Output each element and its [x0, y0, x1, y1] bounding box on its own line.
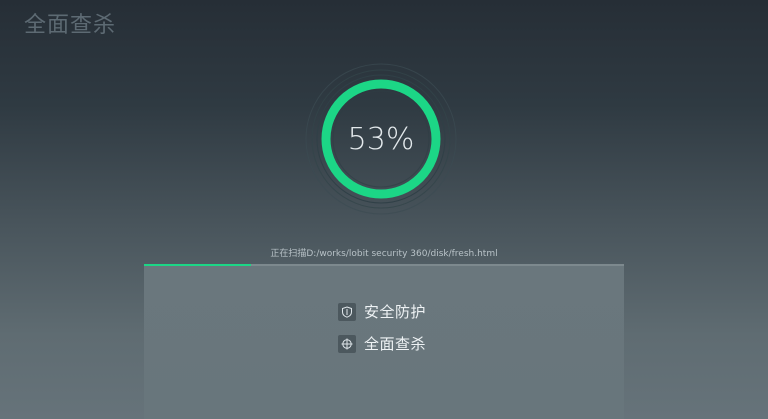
crosshair-icon: [338, 334, 356, 353]
menu-item-label: 全面查杀: [364, 335, 427, 353]
scan-status-text: 正在扫描D:/works/lobit security 360/disk/fre…: [270, 249, 498, 259]
shield-icon: [338, 302, 356, 321]
menu-item-protection[interactable]: 安全防护: [338, 301, 426, 322]
app-title: 全面查杀: [24, 13, 117, 38]
scan-progress-fill: [144, 264, 251, 266]
scan-percent: 53%: [347, 121, 415, 157]
scan-progress-ring: 53%: [304, 62, 458, 216]
scan-progress-bar: [144, 264, 624, 266]
menu-item-label: 安全防护: [364, 303, 427, 321]
menu-item-full-scan[interactable]: 全面查杀: [338, 333, 426, 354]
action-panel: 安全防护 全面查杀: [144, 264, 624, 419]
